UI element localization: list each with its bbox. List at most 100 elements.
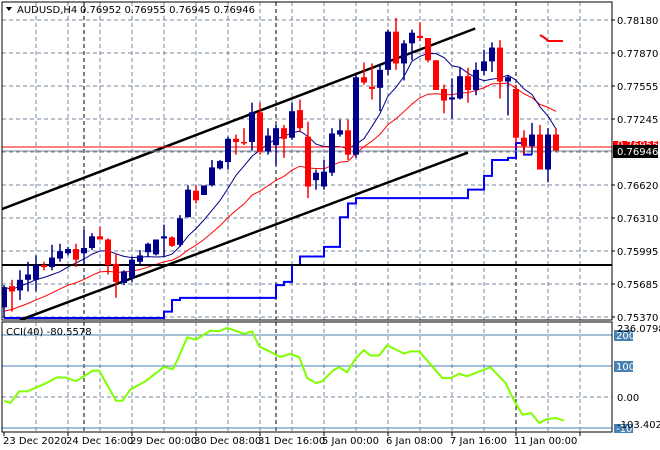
bullish-candle bbox=[201, 185, 207, 195]
price-label: 0.75995 bbox=[617, 247, 658, 258]
bullish-candle bbox=[449, 97, 455, 100]
candles bbox=[2, 17, 559, 318]
bullish-candle bbox=[353, 77, 359, 155]
time-label: 30 Dec 08:00 bbox=[194, 436, 261, 447]
bullish-candle bbox=[81, 247, 87, 254]
bullish-candle bbox=[313, 172, 319, 181]
bullish-candle bbox=[153, 239, 159, 255]
bearish-candle bbox=[97, 236, 103, 240]
bullish-candle bbox=[385, 31, 391, 70]
price-label: 0.75370 bbox=[617, 313, 658, 324]
bearish-candle bbox=[297, 110, 303, 129]
bullish-candle bbox=[57, 251, 63, 259]
indicator-fragment bbox=[539, 34, 563, 42]
bullish-candle bbox=[49, 257, 55, 268]
bearish-candle bbox=[393, 31, 399, 64]
bearish-candle bbox=[105, 239, 111, 265]
bearish-candle bbox=[9, 286, 15, 292]
ohlc-values: 0.76952 0.76955 0.76945 0.76946 bbox=[80, 5, 255, 16]
lowest-low-step-line bbox=[4, 142, 532, 319]
price-label: 0.77245 bbox=[617, 115, 658, 126]
bearish-candle bbox=[233, 138, 239, 142]
time-label: 6 Jan 08:00 bbox=[386, 436, 443, 447]
bullish-candle bbox=[249, 112, 255, 142]
bullish-candle bbox=[377, 69, 383, 88]
collapse-triangle-icon[interactable] bbox=[6, 7, 12, 11]
bullish-candle bbox=[161, 236, 167, 239]
cci-level-0: 0.00 bbox=[617, 393, 639, 404]
bullish-candle bbox=[473, 69, 479, 90]
time-label: 11 Jan 00:00 bbox=[514, 436, 577, 447]
bearish-candle bbox=[193, 190, 199, 201]
bearish-candle bbox=[417, 35, 423, 39]
bullish-candle bbox=[545, 134, 551, 170]
ma-slow-line bbox=[3, 82, 557, 312]
cci-max-label: 236.0798 bbox=[617, 324, 660, 335]
symbol-label: AUDUSD,H4 bbox=[17, 5, 77, 16]
bullish-candle bbox=[33, 264, 39, 280]
cci-panel bbox=[2, 326, 612, 429]
bullish-candle bbox=[329, 133, 335, 173]
bullish-candle bbox=[65, 249, 71, 254]
bearish-candle bbox=[433, 60, 439, 90]
bullish-candle bbox=[225, 138, 231, 163]
bearish-candle bbox=[345, 130, 351, 155]
bearish-candle bbox=[369, 86, 375, 89]
bearish-candle bbox=[281, 128, 287, 139]
time-label: 7 Jan 16:00 bbox=[450, 436, 507, 447]
bearish-candle bbox=[169, 237, 175, 246]
bullish-candle bbox=[289, 111, 295, 138]
bullish-candle bbox=[185, 189, 191, 218]
bullish-candle bbox=[457, 76, 463, 99]
bullish-candle bbox=[409, 32, 415, 44]
time-label: 29 Dec 00:00 bbox=[130, 436, 197, 447]
time-label: 24 Dec 16:00 bbox=[66, 436, 133, 447]
bullish-candle bbox=[505, 77, 511, 82]
bearish-candle bbox=[521, 137, 527, 147]
bearish-candle bbox=[361, 77, 367, 83]
bearish-candle bbox=[257, 112, 263, 152]
bullish-candle bbox=[481, 61, 487, 71]
time-label: 5 Jan 00:00 bbox=[322, 436, 379, 447]
cci-level-100: 100 bbox=[616, 362, 635, 373]
bearish-candle bbox=[537, 134, 543, 170]
price-chart[interactable]: AUDUSD,H4 0.76952 0.76955 0.76945 0.7694… bbox=[0, 0, 660, 450]
bullish-candle bbox=[177, 218, 183, 245]
price-label: 0.76620 bbox=[617, 181, 658, 192]
bearish-candle bbox=[305, 136, 311, 187]
bearish-candle bbox=[113, 263, 119, 282]
bullish-candle bbox=[489, 47, 495, 62]
price-label: 0.78180 bbox=[617, 16, 658, 27]
bearish-candle bbox=[465, 76, 471, 90]
time-axis[interactable]: 23 Dec 2020 24 Dec 16:00 29 Dec 00:00 30… bbox=[3, 436, 577, 447]
bullish-candle bbox=[25, 274, 31, 280]
bullish-candle bbox=[145, 243, 151, 253]
price-axis[interactable]: 0.78180 0.77870 0.77555 0.77245 0.76620 … bbox=[613, 16, 658, 324]
bullish-candle bbox=[121, 271, 127, 283]
cci-title: CCI(40) -80.5578 bbox=[6, 327, 92, 338]
bearish-candle bbox=[497, 47, 503, 82]
price-label: 0.76310 bbox=[617, 214, 658, 225]
bullish-candle bbox=[137, 255, 143, 262]
time-label: 23 Dec 2020 bbox=[3, 436, 67, 447]
bearish-candle bbox=[513, 88, 519, 138]
bullish-candle bbox=[273, 128, 279, 146]
price-label: 0.75685 bbox=[617, 280, 658, 291]
bearish-candle bbox=[41, 264, 47, 268]
bearish-candle bbox=[553, 134, 559, 151]
current-price-label: 0.76946 bbox=[617, 147, 658, 158]
time-label: 31 Dec 16:00 bbox=[258, 436, 325, 447]
bullish-candle bbox=[217, 161, 223, 169]
bullish-candle bbox=[129, 259, 135, 278]
bearish-candle bbox=[73, 249, 79, 260]
bearish-candle bbox=[241, 141, 247, 144]
price-label: 0.77555 bbox=[617, 82, 658, 93]
cci-line bbox=[3, 326, 565, 425]
bearish-candle bbox=[425, 38, 431, 61]
bullish-candle bbox=[337, 130, 343, 135]
bullish-candle bbox=[321, 171, 327, 187]
bullish-candle bbox=[265, 135, 271, 152]
bullish-candle bbox=[401, 43, 407, 64]
cci-min-label: -103.4025 bbox=[617, 420, 660, 431]
bearish-candle bbox=[441, 88, 447, 101]
